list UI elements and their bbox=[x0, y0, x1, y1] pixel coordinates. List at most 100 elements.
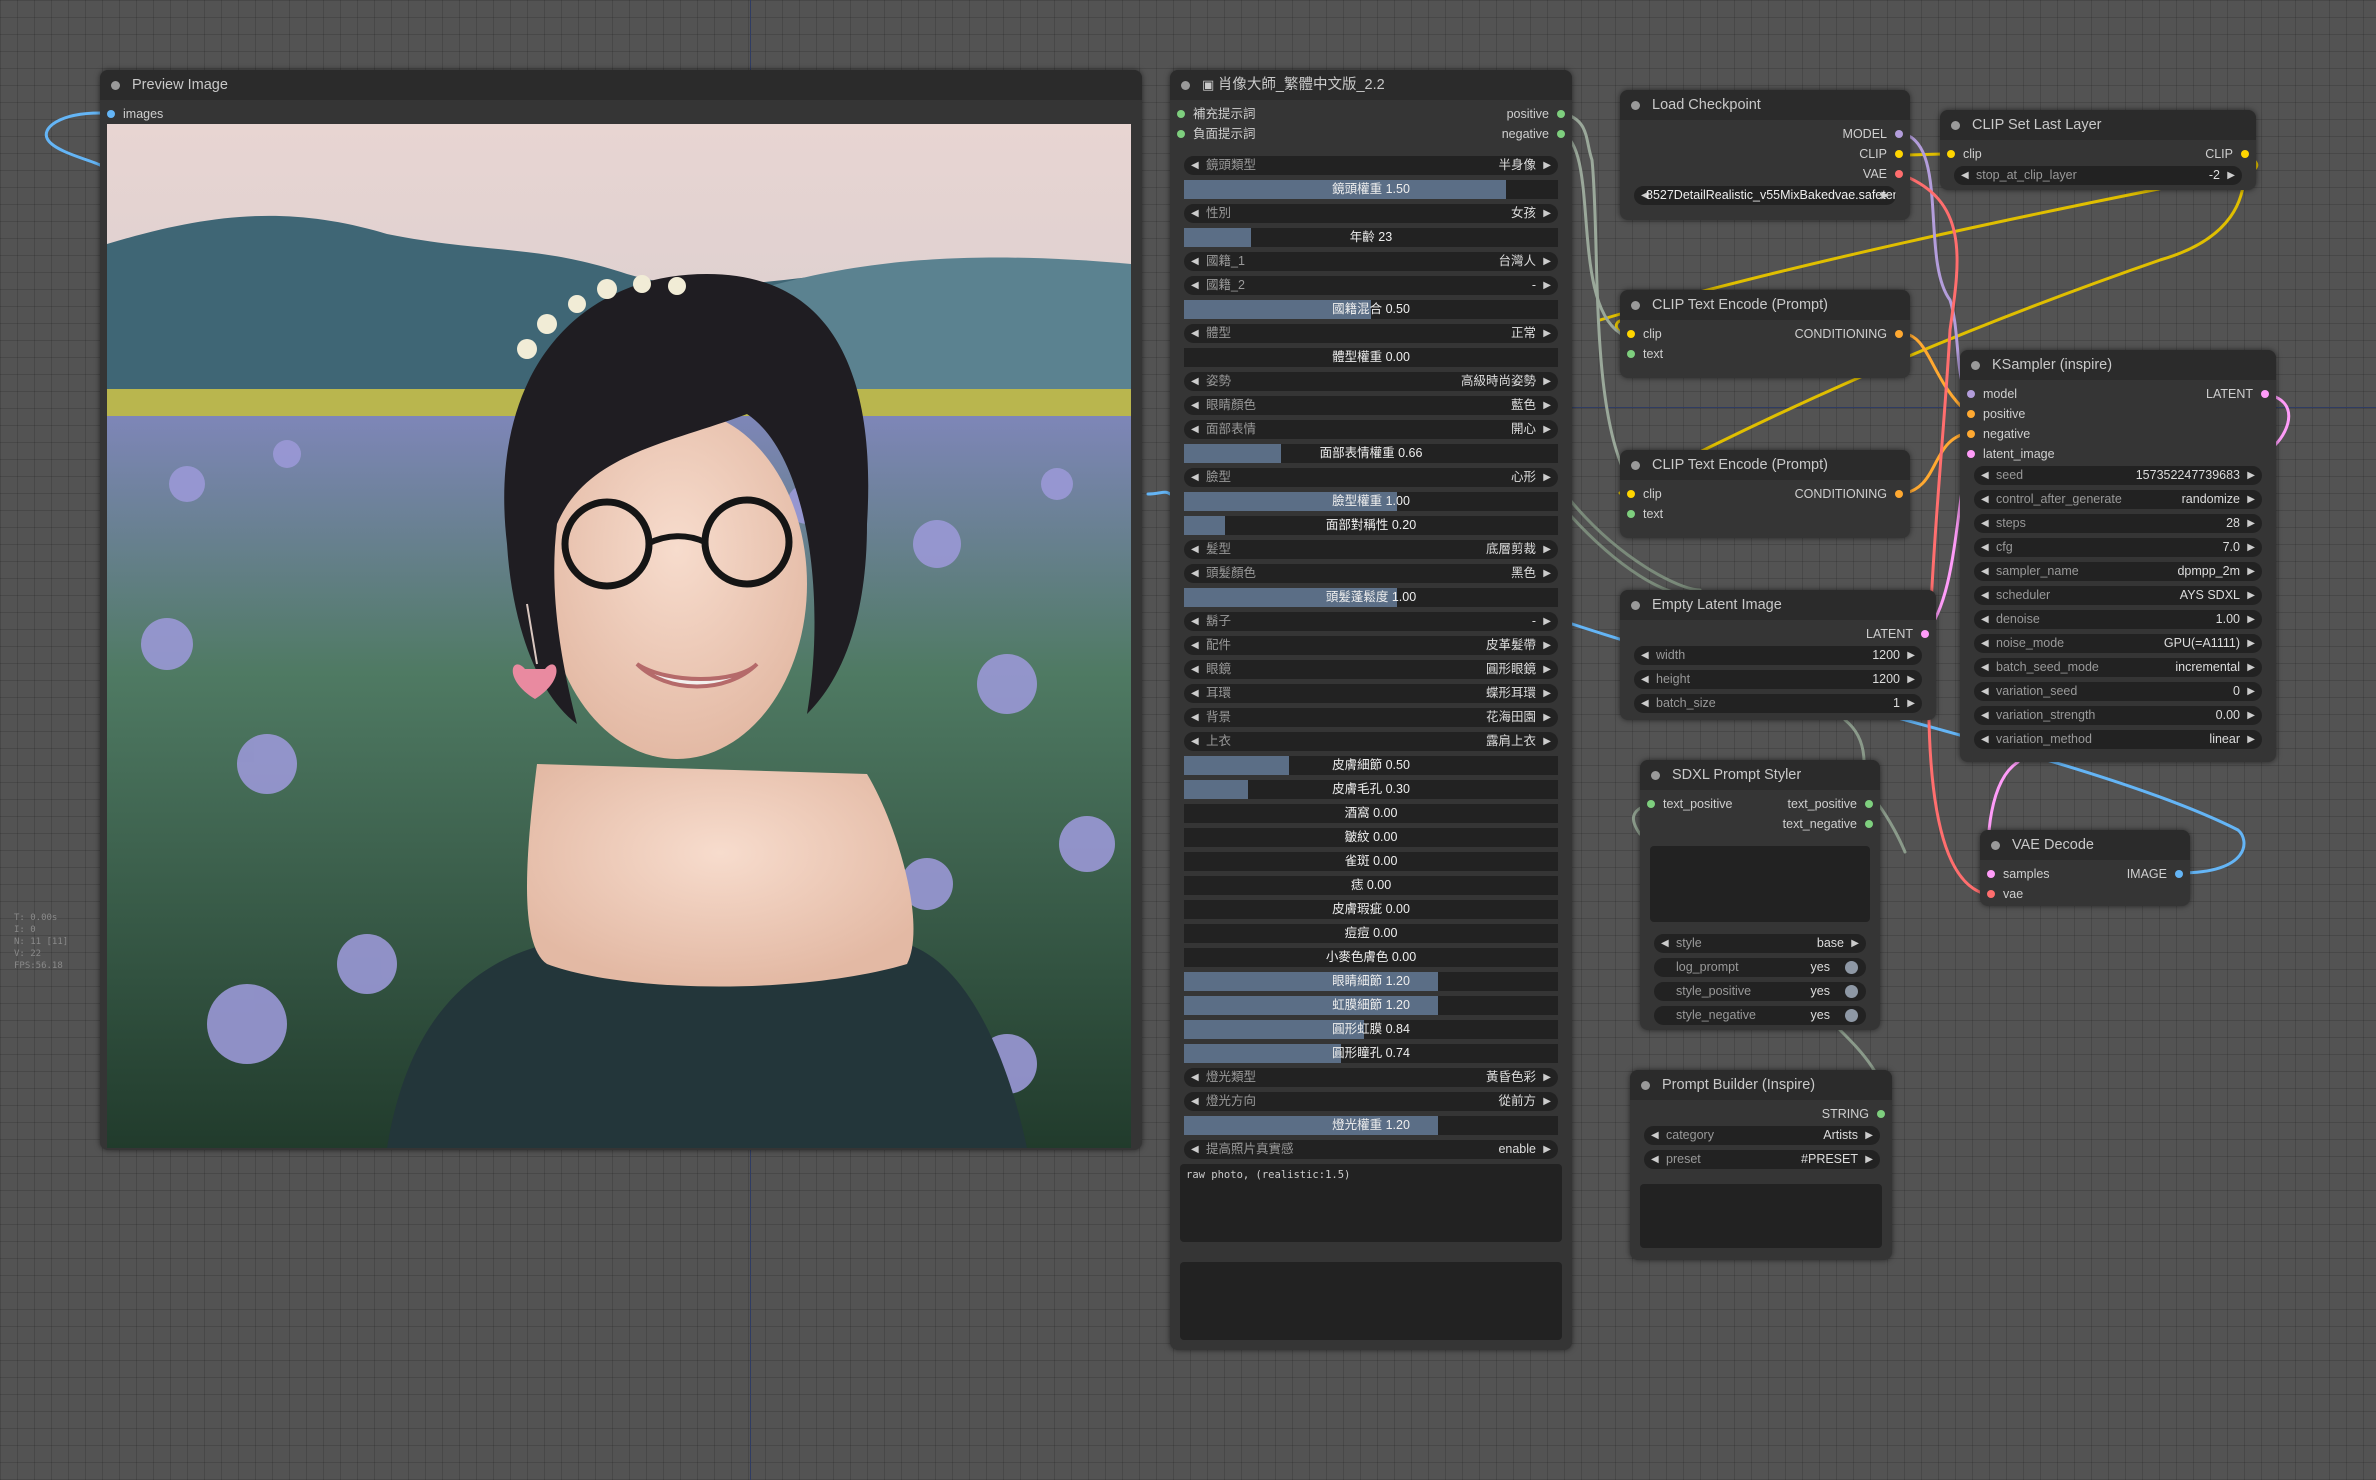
arrow-left-icon[interactable]: ◀ bbox=[1981, 586, 1989, 605]
arrow-right-icon[interactable]: ▶ bbox=[1543, 1140, 1551, 1159]
output-pin-icon[interactable] bbox=[1557, 130, 1565, 138]
collapse-dot-icon[interactable] bbox=[1181, 81, 1190, 90]
stop-at-clip-layer-widget[interactable]: ◀ stop_at_clip_layer -2 ▶ bbox=[1954, 166, 2242, 185]
arrow-left-icon[interactable]: ◀ bbox=[1191, 420, 1199, 439]
slider-widget[interactable]: 年齡 23 bbox=[1184, 228, 1558, 247]
arrow-right-icon[interactable]: ▶ bbox=[1543, 372, 1551, 391]
collapse-dot-icon[interactable] bbox=[1631, 601, 1640, 610]
arrow-right-icon[interactable]: ▶ bbox=[1543, 420, 1551, 439]
output-pin-icon[interactable] bbox=[1921, 630, 1929, 638]
arrow-left-icon[interactable]: ◀ bbox=[1961, 166, 1969, 185]
arrow-right-icon[interactable]: ▶ bbox=[1543, 708, 1551, 727]
slider-widget[interactable]: 燈光權重 1.20 bbox=[1184, 1116, 1558, 1135]
arrow-right-icon[interactable]: ▶ bbox=[2247, 514, 2255, 533]
output-pin-icon[interactable] bbox=[1865, 800, 1873, 808]
arrow-right-icon[interactable]: ▶ bbox=[1543, 732, 1551, 751]
output-slot-string[interactable]: STRING bbox=[1822, 1106, 1885, 1122]
arrow-right-icon[interactable]: ▶ bbox=[2247, 562, 2255, 581]
slider-widget[interactable]: 面部對稱性 0.20 bbox=[1184, 516, 1558, 535]
combo-widget[interactable]: ◀ 性別 女孩 ▶ bbox=[1184, 204, 1558, 223]
arrow-left-icon[interactable]: ◀ bbox=[1191, 684, 1199, 703]
slider-widget[interactable]: 面部表情權重 0.66 bbox=[1184, 444, 1558, 463]
ksampler-widget-steps[interactable]: ◀ steps 28 ▶ bbox=[1974, 514, 2262, 533]
input-pin-icon[interactable] bbox=[1987, 890, 1995, 898]
prompt-builder-node[interactable]: Prompt Builder (Inspire) STRING ◀ categor… bbox=[1630, 1070, 1892, 1260]
input-pin-icon[interactable] bbox=[1947, 150, 1955, 158]
combo-widget[interactable]: ◀ 頭髮顏色 黑色 ▶ bbox=[1184, 564, 1558, 583]
collapse-dot-icon[interactable] bbox=[1651, 771, 1660, 780]
node-title[interactable]: CLIP Text Encode (Prompt) bbox=[1620, 290, 1910, 320]
input-pin-icon[interactable] bbox=[1177, 110, 1185, 118]
combo-widget[interactable]: ◀ 國籍_1 台灣人 ▶ bbox=[1184, 252, 1558, 271]
collapse-dot-icon[interactable] bbox=[1991, 841, 2000, 850]
slider-widget[interactable]: 痘痘 0.00 bbox=[1184, 924, 1558, 943]
input-slot-negative[interactable]: negative bbox=[1967, 426, 2030, 442]
combo-widget[interactable]: ◀ 國籍_2- ▶ bbox=[1184, 276, 1558, 295]
output-slot-latent[interactable]: LATENT bbox=[2206, 386, 2269, 402]
output-pin-icon[interactable] bbox=[1895, 330, 1903, 338]
slider-widget[interactable]: 皮膚毛孔 0.30 bbox=[1184, 780, 1558, 799]
input-pin-icon[interactable] bbox=[1967, 450, 1975, 458]
ksampler-widget-noise-mode[interactable]: ◀ noise_mode GPU(=A1111) ▶ bbox=[1974, 634, 2262, 653]
toggle-knob-icon[interactable] bbox=[1845, 1009, 1858, 1022]
slider-widget[interactable]: 雀斑 0.00 bbox=[1184, 852, 1558, 871]
slider-widget[interactable]: 體型權重 0.00 bbox=[1184, 348, 1558, 367]
output-slot-conditioning[interactable]: CONDITIONING bbox=[1795, 486, 1903, 502]
output-pin-icon[interactable] bbox=[1877, 1110, 1885, 1118]
arrow-left-icon[interactable]: ◀ bbox=[1191, 708, 1199, 727]
slider-widget[interactable]: 眼睛細節 1.20 bbox=[1184, 972, 1558, 991]
clip-text-encode-node-2[interactable]: CLIP Text Encode (Prompt) clip text COND… bbox=[1620, 450, 1910, 538]
ksampler-node[interactable]: KSampler (inspire) model positive negati… bbox=[1960, 350, 2276, 762]
output-pin-icon[interactable] bbox=[1895, 150, 1903, 158]
arrow-left-icon[interactable]: ◀ bbox=[1191, 564, 1199, 583]
style-combo[interactable]: ◀ style base ▶ bbox=[1654, 934, 1866, 953]
input-slot-samples[interactable]: samples bbox=[1987, 866, 2050, 882]
toggle-knob-icon[interactable] bbox=[1845, 985, 1858, 998]
input-slot-text[interactable]: text bbox=[1627, 346, 1663, 362]
arrow-left-icon[interactable]: ◀ bbox=[1651, 1126, 1659, 1145]
combo-widget[interactable]: ◀ 姿勢 高級時尚姿勢 ▶ bbox=[1184, 372, 1558, 391]
arrow-left-icon[interactable]: ◀ bbox=[1191, 396, 1199, 415]
node-title[interactable]: Load Checkpoint bbox=[1620, 90, 1910, 120]
combo-widget[interactable]: ◀ 配件 皮革髮帶 ▶ bbox=[1184, 636, 1558, 655]
arrow-left-icon[interactable]: ◀ bbox=[1981, 658, 1989, 677]
arrow-left-icon[interactable]: ◀ bbox=[1981, 634, 1989, 653]
arrow-left-icon[interactable]: ◀ bbox=[1191, 1068, 1199, 1087]
log-prompt-toggle[interactable]: log_prompt yes bbox=[1654, 958, 1866, 977]
arrow-left-icon[interactable]: ◀ bbox=[1981, 466, 1989, 485]
arrow-right-icon[interactable]: ▶ bbox=[1543, 276, 1551, 295]
output-pin-icon[interactable] bbox=[2241, 150, 2249, 158]
height-widget[interactable]: ◀ height 1200 ▶ bbox=[1634, 670, 1922, 689]
ksampler-widget-variation-method[interactable]: ◀ variation_method linear ▶ bbox=[1974, 730, 2262, 749]
arrow-left-icon[interactable]: ◀ bbox=[1981, 490, 1989, 509]
arrow-left-icon[interactable]: ◀ bbox=[1191, 276, 1199, 295]
arrow-right-icon[interactable]: ▶ bbox=[1543, 204, 1551, 223]
arrow-right-icon[interactable]: ▶ bbox=[1851, 934, 1859, 953]
combo-widget[interactable]: ◀ 鬍子 - ▶ bbox=[1184, 612, 1558, 631]
combo-widget[interactable]: ◀ 體型 正常 ▶ bbox=[1184, 324, 1558, 343]
slider-widget[interactable]: 皮膚細節 0.50 bbox=[1184, 756, 1558, 775]
style-negative-toggle[interactable]: style_negative yes bbox=[1654, 1006, 1866, 1025]
arrow-right-icon[interactable]: ▶ bbox=[1543, 660, 1551, 679]
combo-widget[interactable]: ◀ 髮型 底層剪裁 ▶ bbox=[1184, 540, 1558, 559]
input-pin-icon[interactable] bbox=[1627, 350, 1635, 358]
output-slot-clip[interactable]: CLIP bbox=[1859, 146, 1903, 162]
clip-set-last-layer-node[interactable]: CLIP Set Last Layer clip CLIP ◀ stop_at_c… bbox=[1940, 110, 2256, 190]
output-slot-negative[interactable]: negative bbox=[1502, 126, 1565, 142]
arrow-left-icon[interactable]: ◀ bbox=[1191, 1092, 1199, 1111]
output-slot-vae[interactable]: VAE bbox=[1863, 166, 1903, 182]
arrow-left-icon[interactable]: ◀ bbox=[1641, 670, 1649, 689]
arrow-right-icon[interactable]: ▶ bbox=[2247, 490, 2255, 509]
collapse-dot-icon[interactable] bbox=[1631, 461, 1640, 470]
input-slot-positive[interactable]: positive bbox=[1967, 406, 2025, 422]
arrow-right-icon[interactable]: ▶ bbox=[1543, 468, 1551, 487]
input-slot-model[interactable]: model bbox=[1967, 386, 2017, 402]
category-combo[interactable]: ◀ category Artists ▶ bbox=[1644, 1126, 1880, 1145]
arrow-right-icon[interactable]: ▶ bbox=[1543, 396, 1551, 415]
combo-widget[interactable]: ◀ 耳環 蝶形耳環 ▶ bbox=[1184, 684, 1558, 703]
portrait-master-node[interactable]: ▣ 肖像大師_繁體中文版_2.2 補充提示詞 負面提示詞 positive ne… bbox=[1170, 70, 1572, 1350]
arrow-left-icon[interactable]: ◀ bbox=[1981, 538, 1989, 557]
combo-widget[interactable]: ◀ 眼鏡 圓形眼鏡 ▶ bbox=[1184, 660, 1558, 679]
node-title[interactable]: KSampler (inspire) bbox=[1960, 350, 2276, 380]
arrow-left-icon[interactable]: ◀ bbox=[1191, 540, 1199, 559]
